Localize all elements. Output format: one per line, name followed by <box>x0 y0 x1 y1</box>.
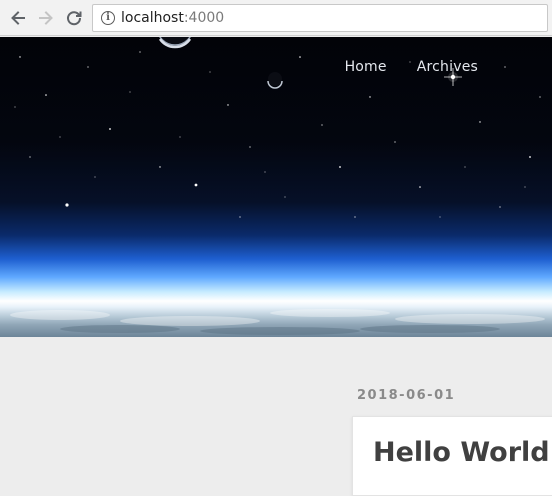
nav-link-home[interactable]: Home <box>345 59 387 75</box>
url-host: localhost <box>121 10 184 26</box>
nav-link-archives[interactable]: Archives <box>417 59 478 75</box>
space-background <box>10 37 545 335</box>
reload-button[interactable] <box>62 6 86 30</box>
arrow-right-icon <box>39 11 53 25</box>
url-port: :4000 <box>183 10 225 26</box>
post-card: Hello World <box>352 416 552 496</box>
address-bar[interactable]: i localhost:4000 <box>92 4 548 32</box>
hero-banner: Home Archives <box>0 37 552 337</box>
info-icon[interactable]: i <box>101 11 115 25</box>
forward-button[interactable] <box>34 6 58 30</box>
post-title[interactable]: Hello World <box>373 437 550 468</box>
url-text: localhost:4000 <box>121 10 224 26</box>
reload-icon <box>67 11 82 26</box>
site-nav: Home Archives <box>345 59 478 75</box>
arrow-left-icon <box>11 11 25 25</box>
browser-toolbar: i localhost:4000 <box>0 0 552 36</box>
back-button[interactable] <box>6 6 30 30</box>
post-date: 2018-06-01 <box>357 388 456 403</box>
